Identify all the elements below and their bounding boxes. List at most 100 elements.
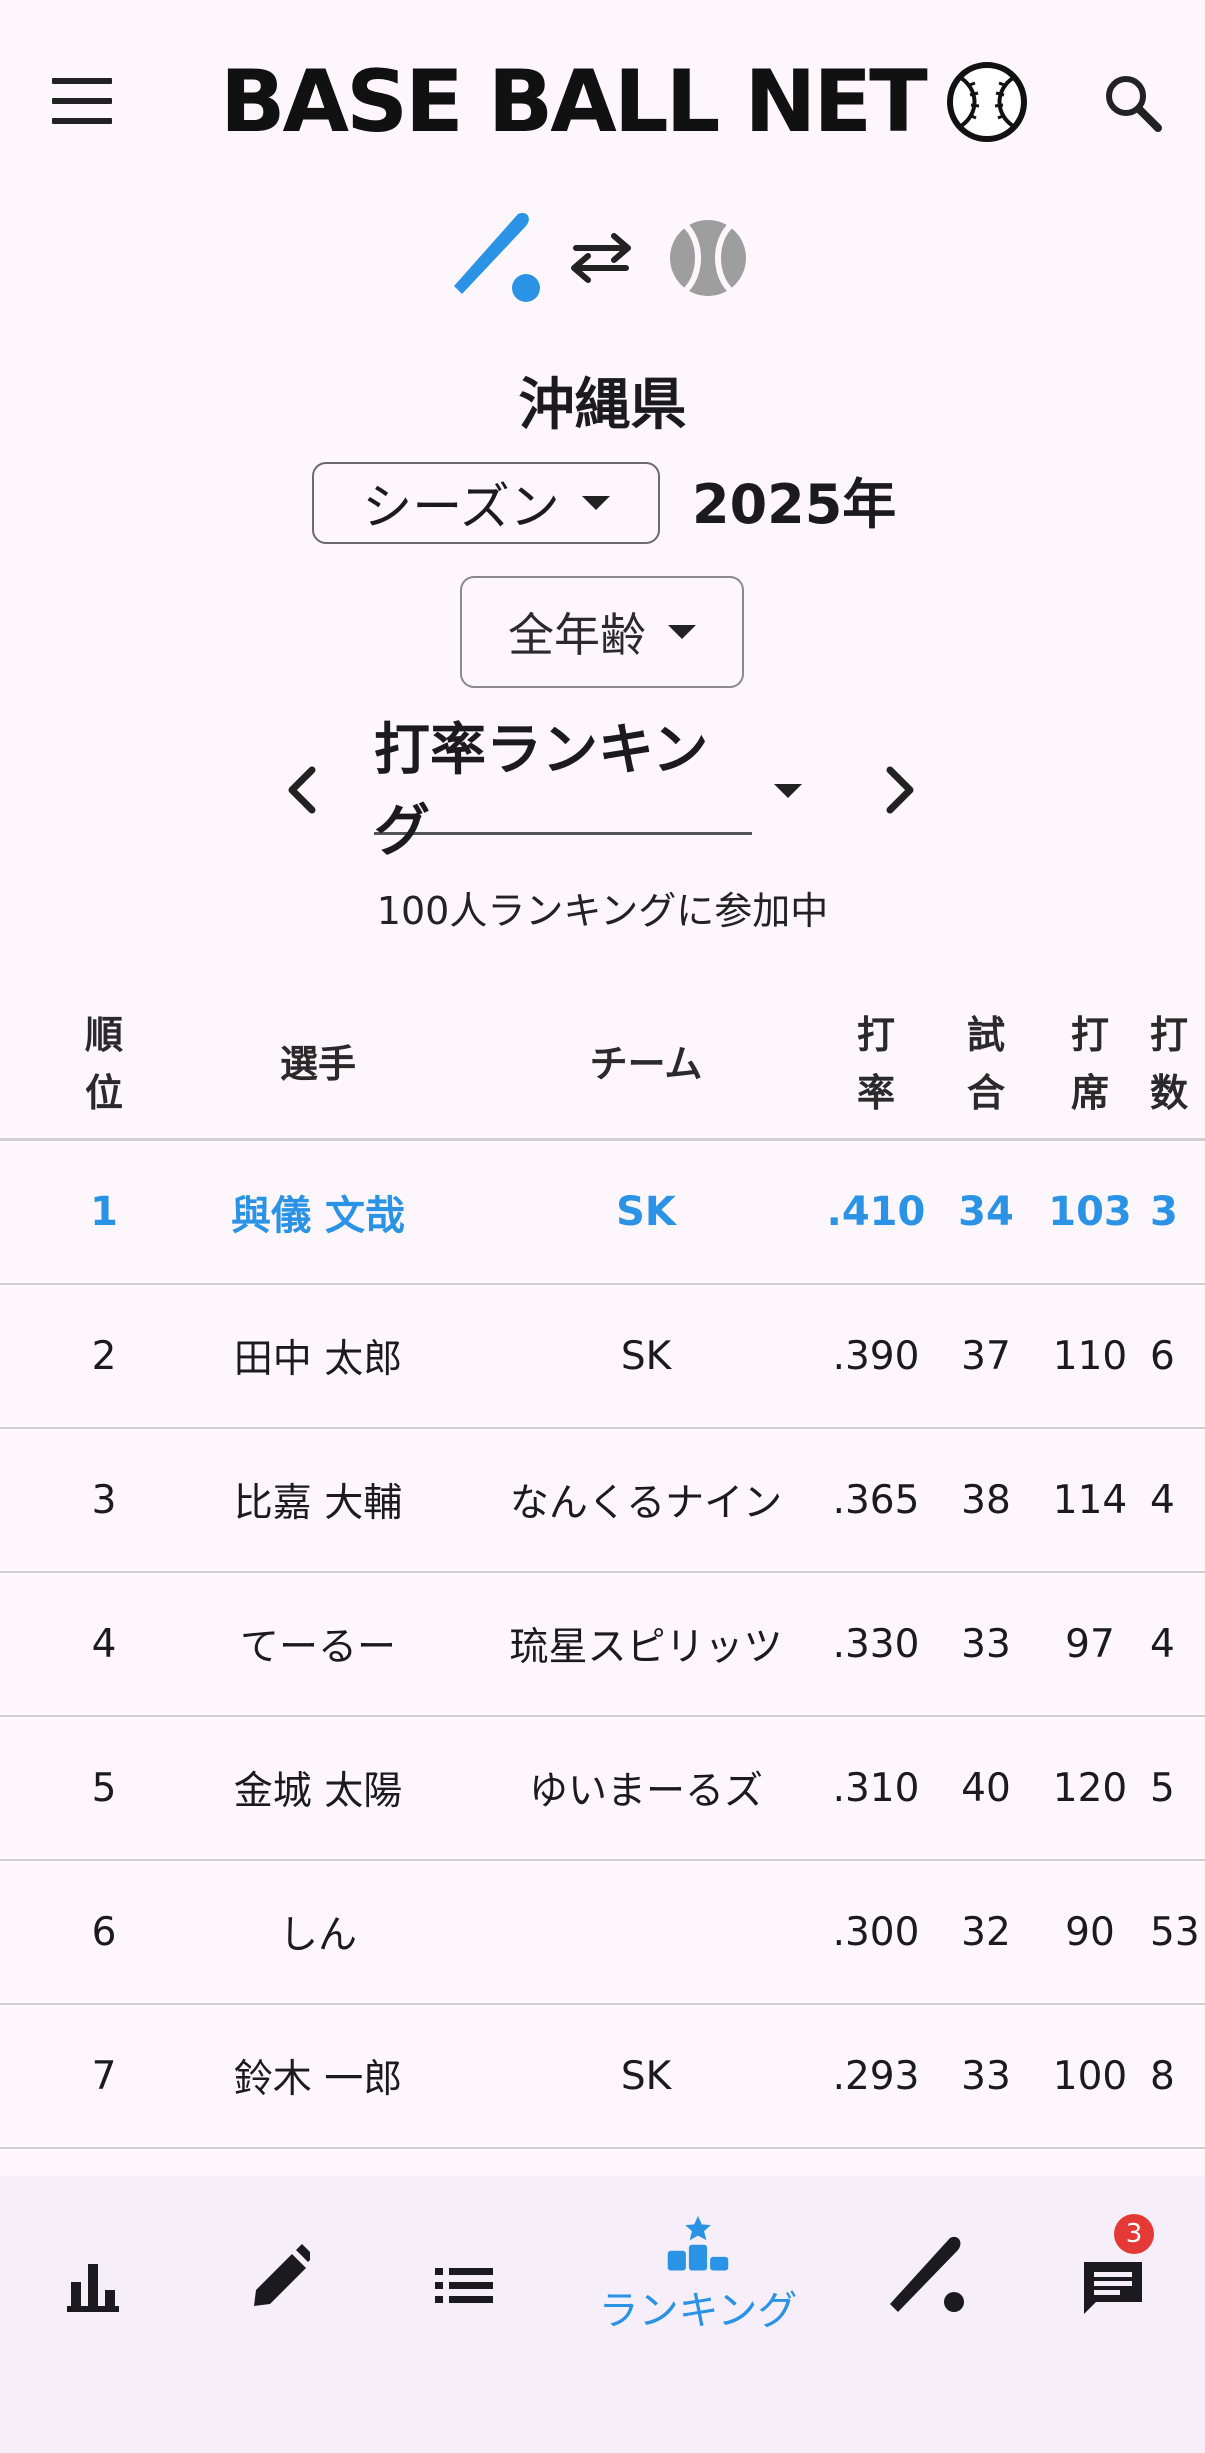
caret-down-icon — [668, 625, 696, 639]
logo-text: BASE BALL NET — [220, 52, 928, 152]
menu-bar — [52, 78, 112, 84]
cell-games: 33 — [961, 2053, 1011, 2099]
nav-ranking[interactable]: ランキング — [582, 2216, 814, 2336]
cell-ab: 8 — [1150, 2053, 1175, 2099]
header-ab[interactable]: 打 数 — [1150, 990, 1205, 1138]
table-row[interactable]: 2 田中 太郎 SK .390 37 110 6 — [0, 1285, 1205, 1429]
ranking-nav: 打率ランキング — [276, 718, 926, 864]
cell-pa: 90 — [1065, 1909, 1115, 1955]
cell-pa: 100 — [1052, 2053, 1128, 2099]
cell-avg: .390 — [832, 1333, 920, 1379]
bottom-navigation: ランキング — [0, 2176, 1205, 2453]
nav-ranking-label: ランキング — [598, 2288, 798, 2334]
cell-team: SK — [620, 1333, 672, 1379]
ranking-podium-icon — [667, 2216, 729, 2271]
header-ab-label: 打 数 — [1150, 1013, 1189, 1115]
cell-avg: .410 — [826, 1189, 926, 1235]
cell-avg: .300 — [832, 1909, 920, 1955]
table-row[interactable]: 4 てーるー 琉星スピリッツ .330 33 97 4 — [0, 1573, 1205, 1717]
ranking-type-value: 打率ランキング — [374, 718, 709, 864]
table-row[interactable]: 6 しん .300 32 90 53 — [0, 1861, 1205, 2005]
menu-bar — [52, 98, 112, 104]
header-team[interactable]: チーム — [476, 990, 816, 1138]
cell-player[interactable]: 鈴木 一郎 — [160, 2005, 476, 2147]
ranking-type-dropdown[interactable]: 打率ランキング — [374, 718, 752, 864]
cell-rank: 4 — [91, 1621, 117, 1667]
header-games-label: 試 合 — [966, 1013, 1005, 1115]
cell-rank: 5 — [91, 1765, 117, 1811]
cell-games: 40 — [961, 1765, 1011, 1811]
cell-player[interactable]: てーるー — [160, 1573, 476, 1715]
cell-team: ゆいまーるズ — [528, 1769, 763, 1814]
cell-games: 38 — [961, 1477, 1011, 1523]
cell-avg: .365 — [832, 1477, 920, 1523]
cell-pa: 114 — [1052, 1477, 1128, 1523]
cell-player[interactable]: しん — [160, 1861, 476, 2003]
bar-chart-icon — [67, 2264, 119, 2312]
cell-rank: 2 — [91, 1333, 117, 1379]
baseball-logo-icon — [946, 62, 1027, 142]
ranking-table: 順 位 選手 チーム 打 率 試 合 打 席 打 数 1 與儀 文哉 SK .4… — [0, 990, 1205, 2149]
chat-badge: 3 — [1114, 2214, 1154, 2254]
header-player-label: 選手 — [279, 1042, 356, 1086]
search-icon[interactable] — [1102, 72, 1164, 134]
table-row[interactable]: 7 鈴木 一郎 SK .293 33 100 8 — [0, 2005, 1205, 2149]
menu-icon[interactable] — [52, 78, 112, 124]
cell-games: 37 — [961, 1333, 1011, 1379]
header-player[interactable]: 選手 — [160, 990, 476, 1138]
header-pa[interactable]: 打 席 — [1036, 990, 1144, 1138]
nav-edit[interactable] — [240, 2216, 316, 2336]
cell-ab: 3 — [1150, 1189, 1178, 1235]
cell-player[interactable]: 比嘉 大輔 — [160, 1429, 476, 1571]
cell-pa: 97 — [1065, 1621, 1115, 1667]
pencil-icon — [254, 2244, 310, 2306]
cell-pa: 120 — [1052, 1765, 1128, 1811]
cell-rank: 7 — [91, 2053, 117, 2099]
cell-rank: 6 — [91, 1909, 117, 1955]
header-rank[interactable]: 順 位 — [44, 990, 164, 1138]
age-dropdown[interactable]: 全年齢 — [460, 576, 744, 688]
cell-player[interactable]: 田中 太郎 — [160, 1285, 476, 1427]
cell-ab: 53 — [1150, 1909, 1200, 1955]
chevron-right-icon[interactable] — [870, 762, 926, 818]
nav-list[interactable] — [430, 2216, 498, 2336]
cell-team: 琉星スピリッツ — [509, 1625, 783, 1670]
chevron-left-icon[interactable] — [276, 762, 332, 818]
app-logo[interactable]: BASE BALL NET — [220, 52, 1029, 152]
header-rank-label: 順 位 — [84, 1013, 123, 1115]
cell-avg: .330 — [832, 1621, 920, 1667]
bat-icon[interactable] — [454, 213, 540, 302]
header-pa-label: 打 席 — [1070, 1013, 1109, 1115]
cell-pa: 103 — [1048, 1189, 1132, 1235]
cell-team: なんくるナイン — [509, 1481, 783, 1526]
cell-avg: .310 — [832, 1765, 920, 1811]
cell-ab: 4 — [1150, 1477, 1175, 1523]
cell-rank: 1 — [90, 1189, 118, 1235]
nav-stats[interactable] — [58, 2216, 128, 2336]
nav-bat[interactable] — [886, 2216, 966, 2336]
cell-ab: 5 — [1150, 1765, 1175, 1811]
cell-games: 32 — [961, 1909, 1011, 1955]
mode-toggle[interactable] — [446, 206, 756, 306]
cell-ab: 4 — [1150, 1621, 1175, 1667]
swap-arrows-icon[interactable] — [571, 233, 631, 283]
table-row[interactable]: 5 金城 太陽 ゆいまーるズ .310 40 120 5 — [0, 1717, 1205, 1861]
age-value: 全年齢 — [508, 608, 646, 662]
header-avg[interactable]: 打 率 — [816, 990, 936, 1138]
year-label: 2025年 — [692, 473, 897, 536]
caret-down-icon[interactable] — [774, 784, 802, 798]
table-row[interactable]: 1 與儀 文哉 SK .410 34 103 3 — [0, 1141, 1205, 1285]
caret-down-icon — [581, 496, 610, 510]
header-team-label: チーム — [589, 1042, 703, 1086]
baseball-icon[interactable] — [670, 220, 746, 296]
cell-ab: 6 — [1150, 1333, 1175, 1379]
cell-player[interactable]: 與儀 文哉 — [160, 1141, 476, 1283]
cell-team: SK — [620, 2053, 672, 2099]
header-games[interactable]: 試 合 — [936, 990, 1036, 1138]
season-value: シーズン — [362, 478, 560, 536]
table-row[interactable]: 3 比嘉 大輔 なんくるナイン .365 38 114 4 — [0, 1429, 1205, 1573]
season-dropdown[interactable]: シーズン — [312, 462, 660, 544]
cell-avg: .293 — [832, 2053, 920, 2099]
menu-bar — [52, 118, 112, 124]
cell-player[interactable]: 金城 太陽 — [160, 1717, 476, 1859]
